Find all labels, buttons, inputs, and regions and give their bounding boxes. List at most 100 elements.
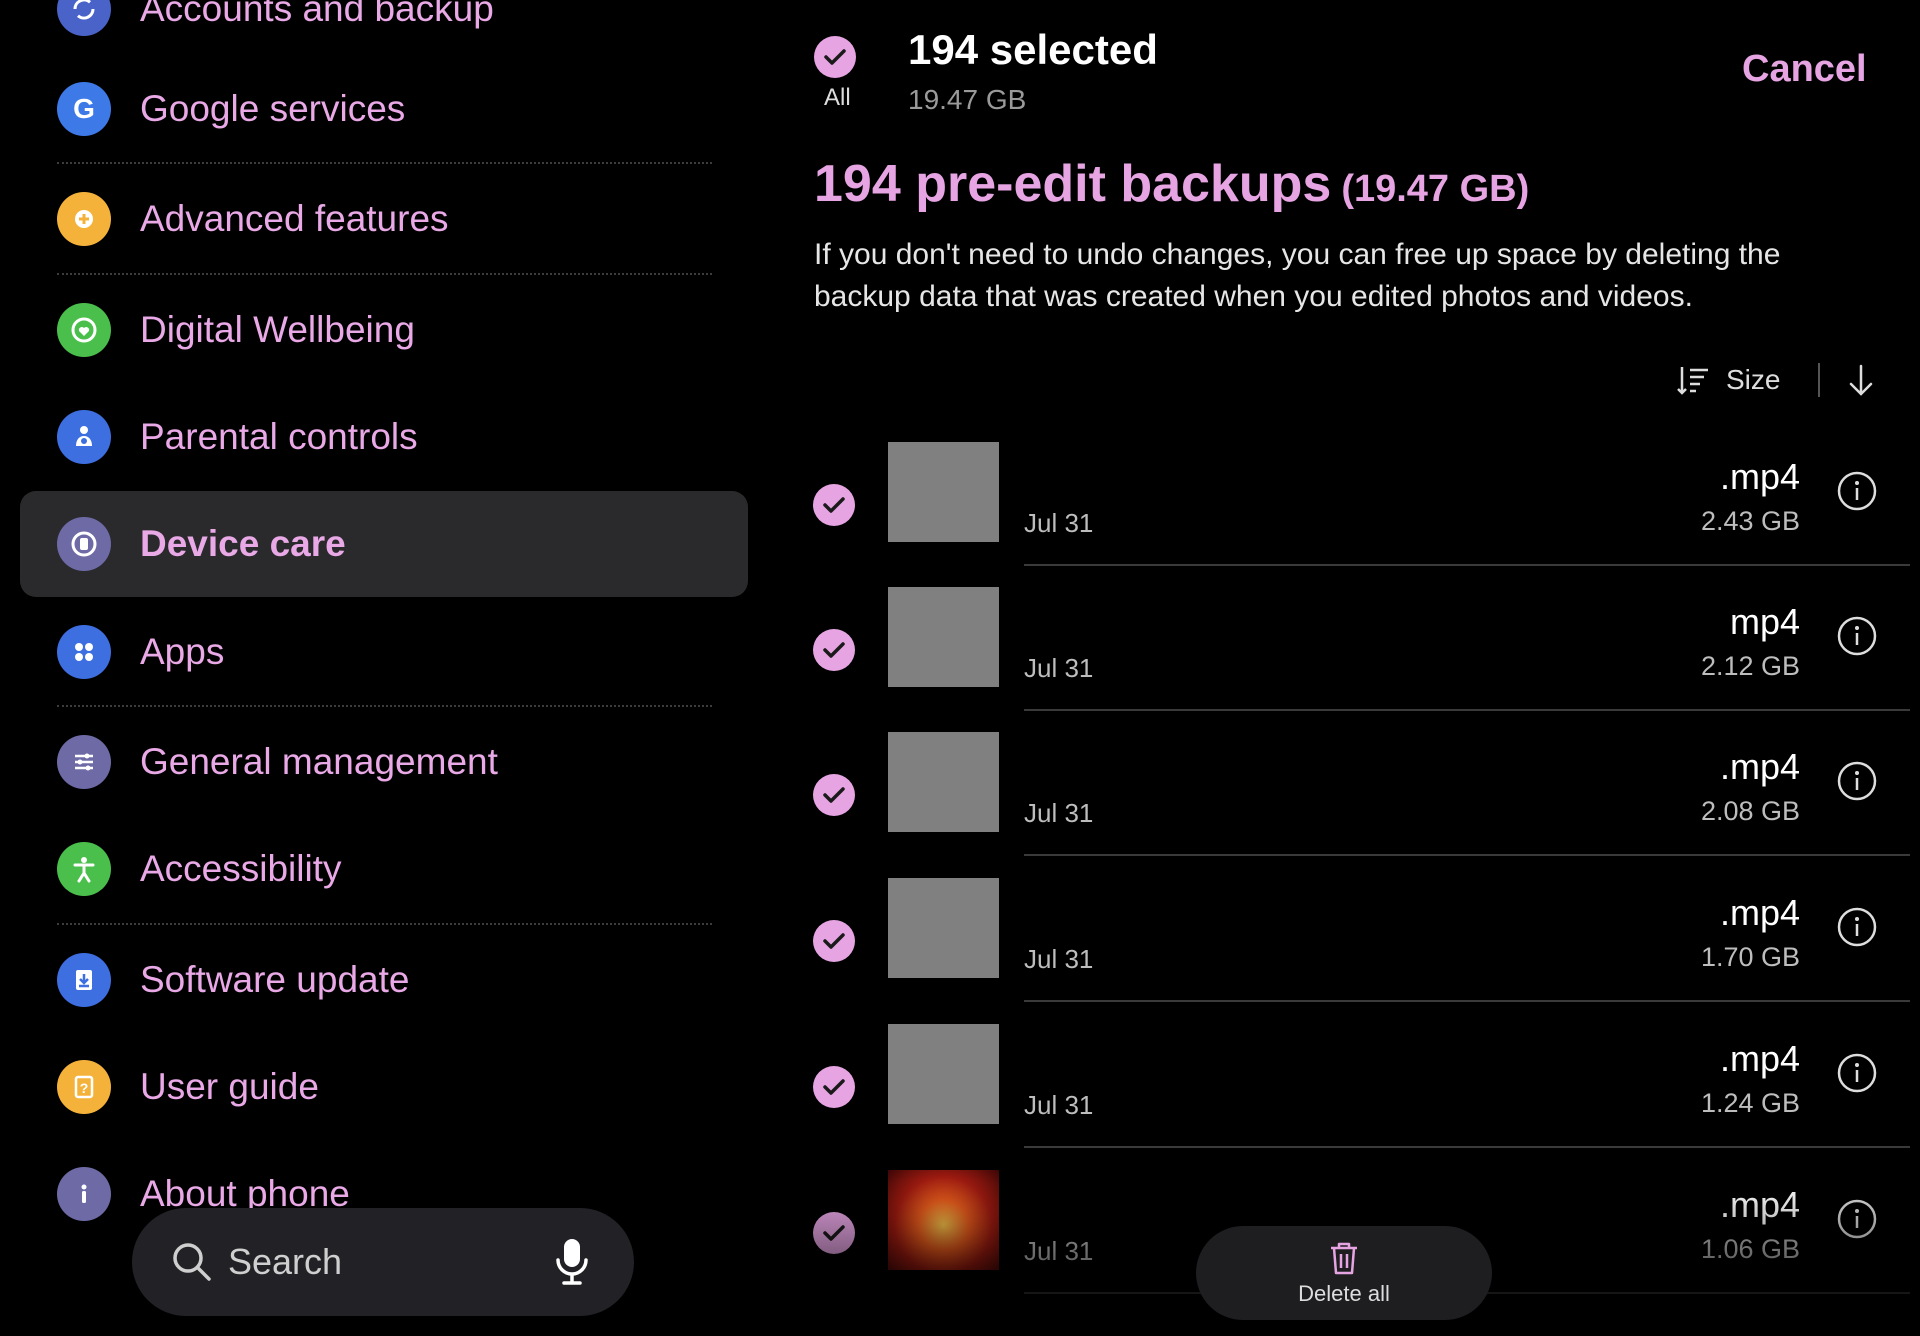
settings-item-label: Software update — [140, 959, 410, 1000]
divider — [1818, 363, 1821, 397]
svg-text:?: ? — [80, 1080, 89, 1096]
backups-headline: 194 pre-edit backups — [814, 155, 1332, 213]
check-icon — [823, 1079, 845, 1095]
backups-description: If you don't need to undo changes, you c… — [814, 238, 1781, 313]
backup-row[interactable]: Jul 31 .mp4 2.43 GB — [780, 442, 1920, 588]
settings-item-label: Parental controls — [140, 416, 418, 457]
heart-icon — [57, 303, 111, 357]
trash-icon — [1331, 1242, 1357, 1275]
backup-row[interactable]: Jul 31 .mp4 1.24 GB — [780, 1024, 1920, 1170]
file-date: Jul 31 — [1024, 944, 1094, 974]
video-thumbnail[interactable] — [888, 587, 999, 687]
check-icon — [823, 497, 845, 513]
file-date: Jul 31 — [1024, 653, 1094, 683]
settings-item-advanced-features[interactable]: Advanced features — [20, 166, 748, 272]
settings-panel: Accounts and backup G Google services Ad… — [0, 0, 760, 1336]
selected-size: 19.47 GB — [908, 84, 1027, 115]
settings-item-user-guide[interactable]: ? User guide — [20, 1034, 748, 1140]
info-icon[interactable] — [1836, 1198, 1878, 1240]
file-date: Jul 31 — [1024, 508, 1094, 538]
search-bar[interactable]: Search — [132, 1208, 634, 1316]
settings-item-google-services[interactable]: G Google services — [20, 56, 748, 162]
divider — [57, 923, 712, 925]
video-thumbnail[interactable] — [888, 1024, 999, 1124]
video-thumbnail[interactable] — [888, 878, 999, 978]
info-icon — [57, 1167, 111, 1221]
settings-item-digital-wellbeing[interactable]: Digital Wellbeing — [20, 277, 748, 383]
cancel-button[interactable]: Cancel — [1742, 48, 1867, 91]
settings-item-label: Device care — [140, 523, 346, 564]
row-checkbox[interactable] — [813, 920, 855, 962]
settings-item-apps[interactable]: Apps — [20, 599, 748, 705]
gear-plus-icon — [57, 192, 111, 246]
settings-item-label: Digital Wellbeing — [140, 309, 415, 350]
settings-item-label: User guide — [140, 1066, 319, 1107]
delete-all-label: Delete all — [1298, 1281, 1390, 1306]
backup-row[interactable]: Jul 31 .mp4 2.08 GB — [780, 732, 1920, 878]
file-name: .mp4 — [1719, 892, 1800, 933]
info-icon[interactable] — [1836, 615, 1878, 657]
settings-item-label: Accounts and backup — [140, 0, 494, 29]
delete-all-button[interactable]: Delete all — [1196, 1226, 1492, 1320]
video-thumbnail[interactable] — [888, 1170, 999, 1270]
divider — [1024, 854, 1910, 856]
video-thumbnail[interactable] — [888, 442, 999, 542]
file-date: Jul 31 — [1024, 798, 1094, 828]
search-icon — [173, 1243, 211, 1281]
file-name: .mp4 — [1719, 456, 1800, 497]
settings-item-label: Google services — [140, 88, 406, 129]
file-date: Jul 31 — [1024, 1090, 1094, 1120]
row-checkbox[interactable] — [813, 774, 855, 816]
row-checkbox[interactable] — [813, 629, 855, 671]
backups-panel: All 194 selected 19.47 GB Cancel 194 pre… — [780, 0, 1920, 1336]
divider — [57, 162, 712, 164]
file-size: 1.24 GB — [1700, 1088, 1800, 1118]
row-checkbox[interactable] — [813, 1066, 855, 1108]
settings-item-accessibility[interactable]: Accessibility — [20, 816, 748, 922]
settings-item-software-update[interactable]: Software update — [20, 927, 748, 1033]
file-size: 2.08 GB — [1700, 796, 1800, 826]
sort-control[interactable]: Size — [1676, 360, 1876, 400]
file-name: .mp4 — [1719, 1038, 1800, 1079]
row-checkbox[interactable] — [813, 1212, 855, 1254]
file-size: 2.43 GB — [1700, 506, 1800, 536]
video-thumbnail[interactable] — [888, 732, 999, 832]
sliders-icon — [57, 735, 111, 789]
divider — [1024, 1000, 1910, 1002]
settings-item-label: General management — [140, 741, 498, 782]
info-icon[interactable] — [1836, 1052, 1878, 1094]
row-checkbox[interactable] — [813, 484, 855, 526]
divider — [1024, 1146, 1910, 1148]
file-name: .mp4 — [1719, 746, 1800, 787]
settings-item-label: Advanced features — [140, 198, 449, 239]
apps-grid-icon — [57, 625, 111, 679]
check-icon — [823, 933, 845, 949]
info-icon[interactable] — [1836, 906, 1878, 948]
check-icon — [823, 642, 845, 658]
file-size: 1.70 GB — [1700, 942, 1800, 972]
divider — [1024, 709, 1910, 711]
backup-row[interactable]: Jul 31 .mp4 1.70 GB — [780, 878, 1920, 1024]
backups-headline-size: (19.47 GB) — [1341, 168, 1530, 210]
check-icon — [824, 49, 846, 65]
divider — [57, 273, 712, 275]
download-icon — [57, 953, 111, 1007]
info-icon[interactable] — [1836, 470, 1878, 512]
sort-label[interactable]: Size — [1726, 364, 1780, 396]
settings-item-general-management[interactable]: General management — [20, 709, 748, 815]
family-icon — [57, 410, 111, 464]
device-care-icon — [57, 517, 111, 571]
select-all-checkbox[interactable] — [814, 36, 856, 78]
arrow-down-icon[interactable] — [1846, 363, 1876, 397]
backup-row[interactable]: Jul 31 mp4 2.12 GB — [780, 587, 1920, 733]
settings-item-parental-controls[interactable]: Parental controls — [20, 384, 748, 490]
settings-item-accounts-backup[interactable]: Accounts and backup — [20, 0, 748, 62]
settings-item-device-care[interactable]: Device care — [20, 491, 748, 597]
selected-count: 194 selected — [908, 26, 1158, 73]
file-name: mp4 — [1729, 601, 1800, 642]
microphone-icon[interactable] — [550, 1236, 594, 1288]
check-icon — [823, 1225, 845, 1241]
search-input[interactable]: Search — [228, 1241, 342, 1283]
info-icon[interactable] — [1836, 760, 1878, 802]
help-book-icon: ? — [57, 1060, 111, 1114]
